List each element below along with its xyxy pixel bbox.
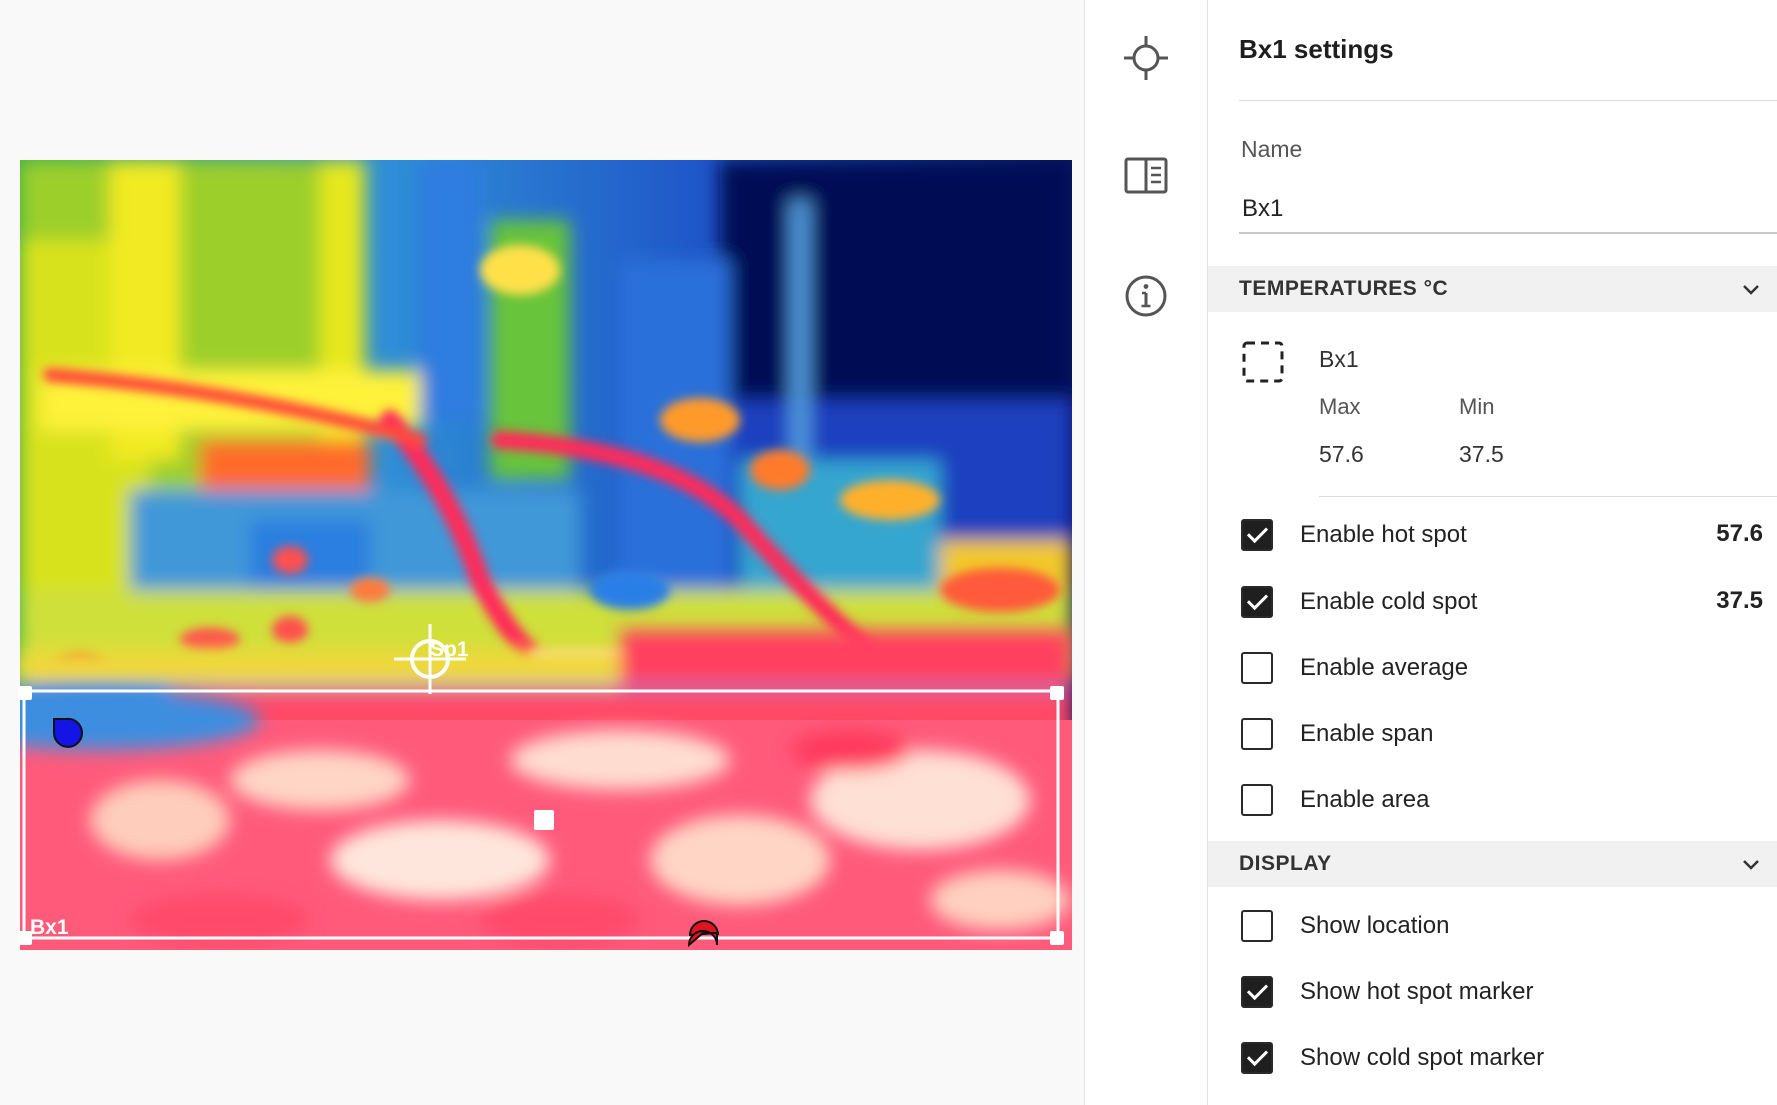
temperatures-section-label: TEMPERATURES °C bbox=[1239, 277, 1449, 300]
box-label: Bx1 bbox=[30, 916, 69, 939]
display-section-header[interactable]: DISPLAY bbox=[1208, 841, 1777, 887]
box-handle-bottom-right[interactable] bbox=[1050, 931, 1064, 945]
box-area-icon bbox=[1242, 341, 1284, 383]
option-show-location[interactable]: Show location bbox=[1208, 904, 1777, 948]
enable-hot-spot-checkbox[interactable] bbox=[1241, 519, 1273, 551]
divider bbox=[1319, 496, 1777, 497]
cold-spot-value: 37.5 bbox=[1716, 587, 1763, 614]
temperatures-section-header[interactable]: TEMPERATURES °C bbox=[1208, 266, 1777, 312]
option-show-hot-spot-marker[interactable]: Show hot spot marker bbox=[1208, 970, 1777, 1014]
info-icon bbox=[1125, 275, 1167, 317]
option-label: Enable cold spot bbox=[1300, 588, 1478, 615]
option-label: Enable area bbox=[1300, 786, 1430, 813]
box-handle-top-left[interactable] bbox=[18, 686, 32, 700]
spot-label: Sp1 bbox=[430, 638, 469, 661]
name-input[interactable] bbox=[1239, 186, 1777, 234]
option-enable-cold-spot[interactable]: Enable cold spot 37.5 bbox=[1208, 580, 1777, 624]
panel-title: Bx1 settings bbox=[1239, 34, 1394, 64]
measurement-summary: Bx1 Max Min 57.6 37.5 bbox=[1208, 312, 1777, 502]
cold-spot-marker bbox=[53, 717, 83, 748]
min-value: 37.5 bbox=[1459, 441, 1504, 467]
split-panel-tool-button[interactable] bbox=[1114, 144, 1178, 208]
measurement-overlay: Bx1 Sp1 bbox=[18, 624, 1064, 948]
settings-panel: Bx1 settings Name TEMPERATURES °C Bx1 Ma… bbox=[1208, 0, 1777, 1105]
enable-area-checkbox[interactable] bbox=[1241, 784, 1273, 816]
display-section-label: DISPLAY bbox=[1239, 852, 1332, 875]
option-label: Enable hot spot bbox=[1300, 521, 1467, 548]
chevron-down-icon bbox=[1743, 860, 1759, 870]
enable-cold-spot-checkbox[interactable] bbox=[1241, 586, 1273, 618]
box-center-handle[interactable] bbox=[534, 810, 554, 830]
hot-spot-marker bbox=[687, 920, 719, 948]
option-label: Show location bbox=[1300, 912, 1450, 939]
tool-strip bbox=[1085, 0, 1208, 1105]
image-viewer: Bx1 Sp1 bbox=[0, 0, 1085, 1105]
enable-average-checkbox[interactable] bbox=[1241, 652, 1273, 684]
box-handle-top-right[interactable] bbox=[1050, 686, 1064, 700]
show-location-checkbox[interactable] bbox=[1241, 910, 1273, 942]
crosshair-tool-button[interactable] bbox=[1114, 26, 1178, 90]
enable-span-checkbox[interactable] bbox=[1241, 718, 1273, 750]
max-label: Max bbox=[1319, 394, 1361, 419]
max-value: 57.6 bbox=[1319, 441, 1364, 467]
option-enable-hot-spot[interactable]: Enable hot spot 57.6 bbox=[1208, 513, 1777, 557]
min-label: Min bbox=[1459, 394, 1495, 419]
option-label: Show cold spot marker bbox=[1300, 1044, 1545, 1071]
option-enable-area[interactable]: Enable area bbox=[1208, 778, 1777, 822]
info-tool-button[interactable] bbox=[1114, 264, 1178, 328]
option-label: Show hot spot marker bbox=[1300, 978, 1534, 1005]
option-show-cold-spot-marker[interactable]: Show cold spot marker bbox=[1208, 1036, 1777, 1080]
crosshair-icon bbox=[1124, 36, 1168, 80]
option-enable-span[interactable]: Enable span bbox=[1208, 712, 1777, 756]
hot-spot-value: 57.6 bbox=[1716, 520, 1763, 547]
measurement-name: Bx1 bbox=[1319, 346, 1359, 372]
option-label: Enable span bbox=[1300, 720, 1434, 747]
show-hot-spot-marker-checkbox[interactable] bbox=[1241, 976, 1273, 1008]
option-enable-average[interactable]: Enable average bbox=[1208, 646, 1777, 690]
divider bbox=[1239, 100, 1777, 101]
split-panel-icon bbox=[1124, 157, 1168, 194]
name-label: Name bbox=[1241, 136, 1303, 162]
show-cold-spot-marker-checkbox[interactable] bbox=[1241, 1042, 1273, 1074]
chevron-down-icon bbox=[1743, 285, 1759, 295]
option-label: Enable average bbox=[1300, 654, 1469, 681]
